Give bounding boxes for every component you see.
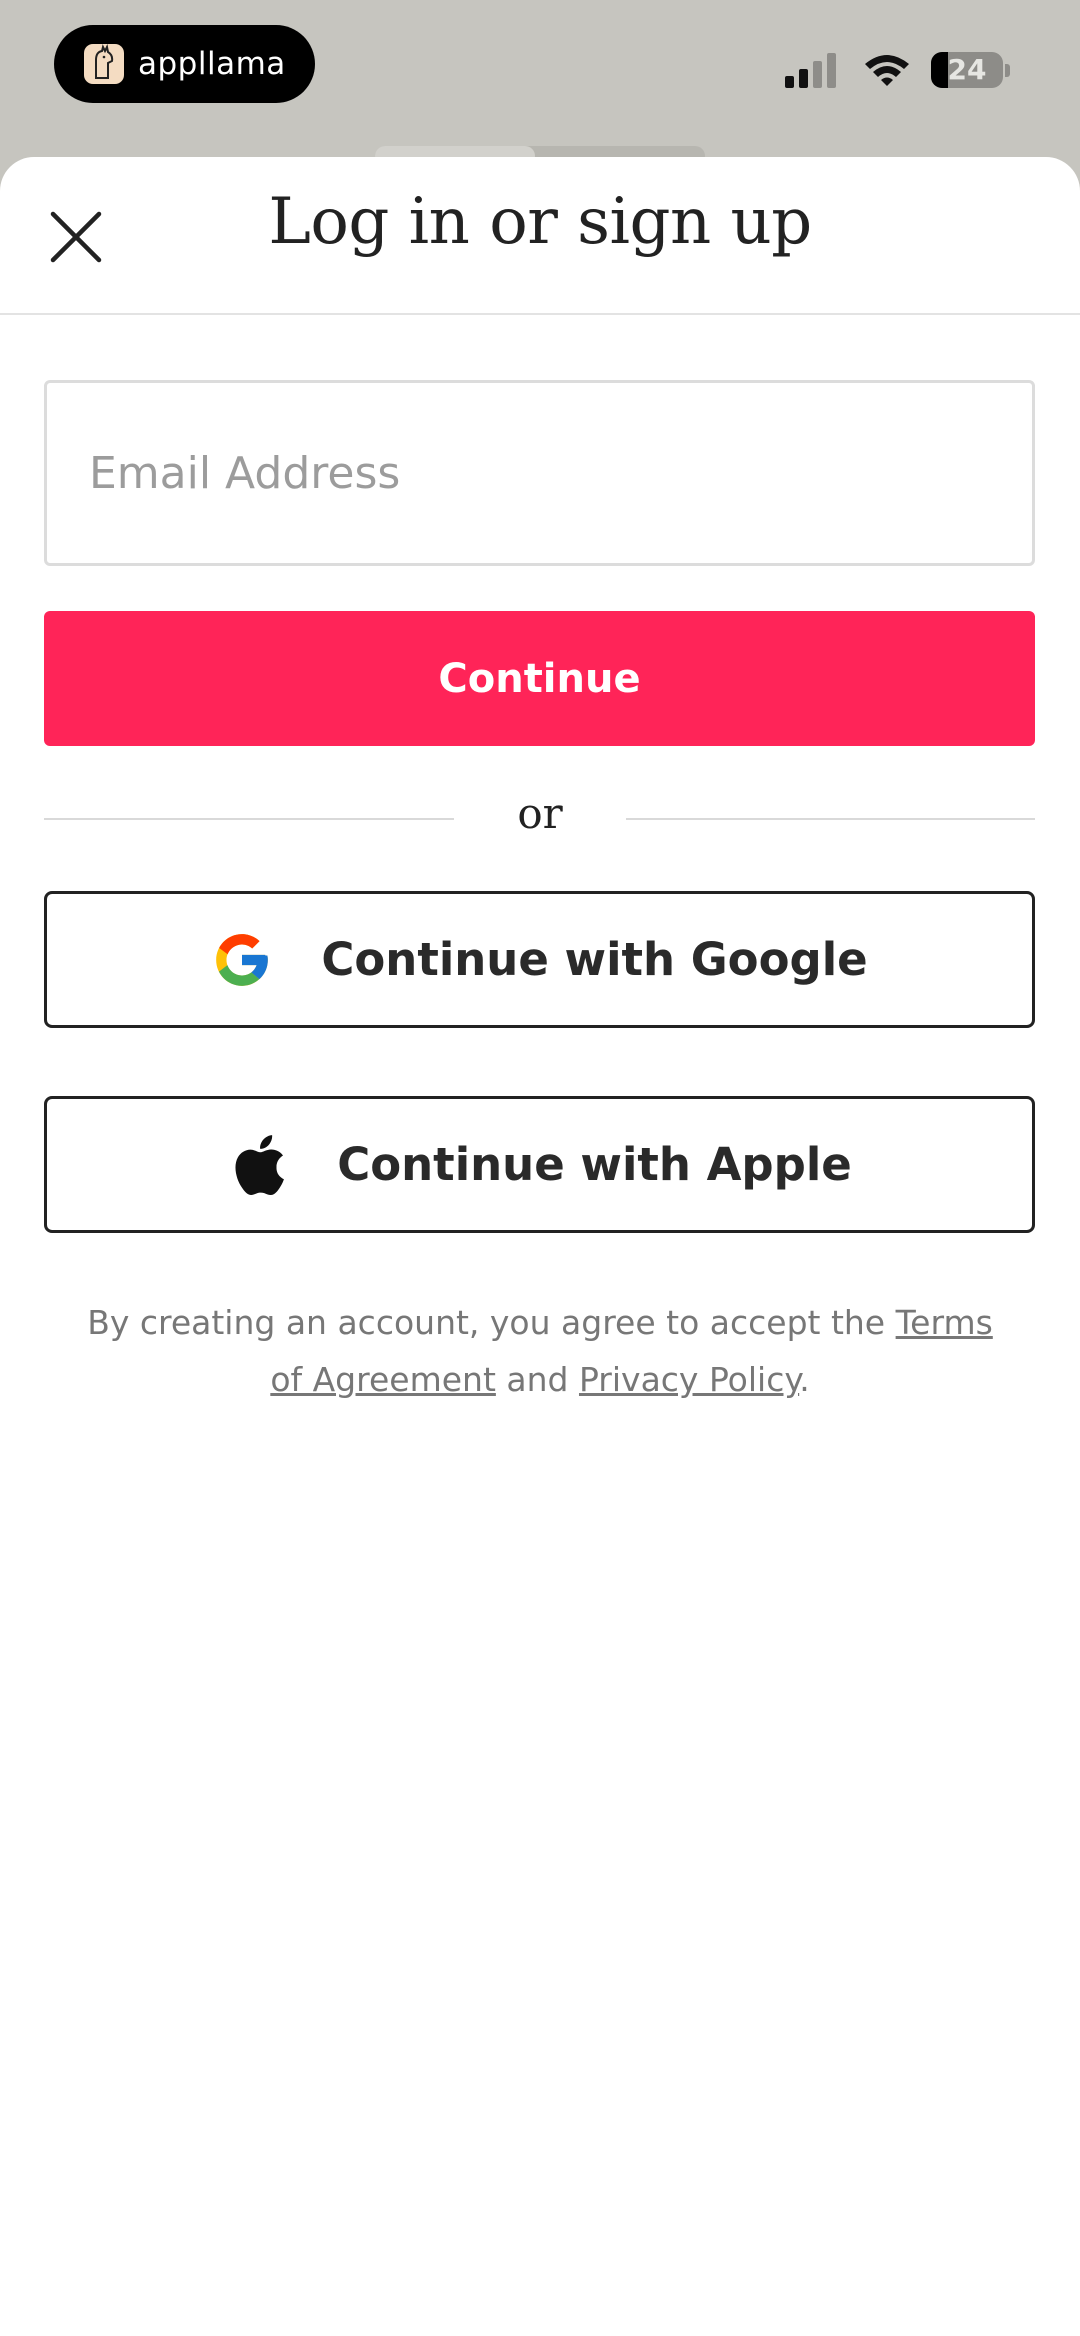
legal-prefix: By creating an account, you agree to acc… [87, 1303, 886, 1342]
appllama-logo-icon [84, 44, 124, 84]
apple-icon [227, 1134, 289, 1196]
continue-with-google-button[interactable]: Continue with Google [44, 891, 1035, 1028]
email-field[interactable] [44, 380, 1035, 566]
app-name: appllama [138, 46, 286, 82]
signal-icon [785, 53, 836, 88]
page-title: Log in or sign up [268, 185, 812, 259]
divider-right [626, 818, 1035, 820]
wifi-icon [865, 55, 909, 86]
divider-or-text: or [517, 789, 563, 838]
login-sheet: Log in or sign up Continue or Continue w… [0, 157, 1080, 2336]
legal-notice: By creating an account, you agree to acc… [70, 1294, 1010, 1408]
battery-percentage: 24 [947, 53, 987, 86]
battery-icon: 24 [931, 52, 1003, 88]
legal-suffix: . [799, 1360, 810, 1399]
google-icon [211, 929, 273, 991]
sheet-header: Log in or sign up [0, 157, 1080, 315]
legal-conjunction: and [506, 1360, 569, 1399]
divider-left [44, 818, 454, 820]
status-bar: appllama 24 [0, 0, 1080, 150]
continue-with-apple-button[interactable]: Continue with Apple [44, 1096, 1035, 1233]
privacy-policy-link[interactable]: Privacy Policy [579, 1360, 799, 1399]
app-indicator-pill[interactable]: appllama [54, 25, 315, 103]
battery-cap [1005, 63, 1010, 77]
status-icons: 24 [785, 52, 1010, 88]
google-button-label: Continue with Google [321, 933, 868, 986]
continue-button[interactable]: Continue [44, 611, 1035, 746]
apple-button-label: Continue with Apple [337, 1138, 852, 1191]
